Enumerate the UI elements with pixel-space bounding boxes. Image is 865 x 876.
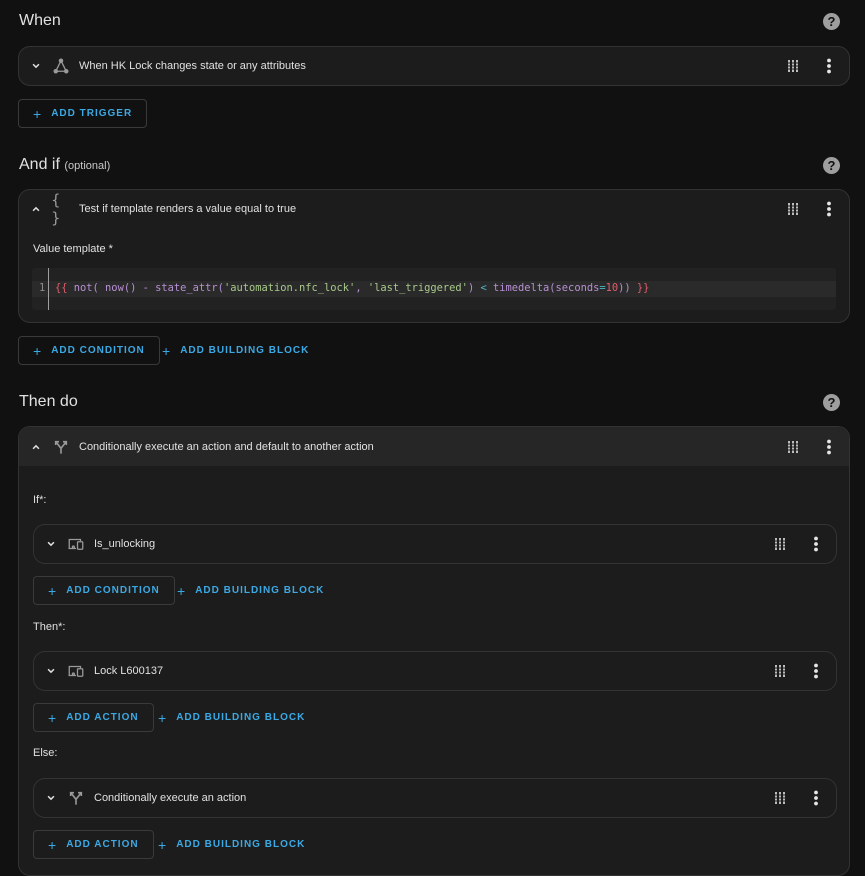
code-token: state_attr( [148, 282, 224, 294]
section-title-and-if: And if (optional) [19, 156, 110, 174]
code-token: seconds [555, 282, 600, 294]
add-building-block-label: ADD BUILDING BLOCK [195, 585, 325, 596]
plus-icon: + [33, 105, 43, 122]
else-item-label: Conditionally execute an action [94, 792, 247, 804]
add-condition-button[interactable]: + ADD CONDITION [18, 336, 160, 365]
then-action-item[interactable]: Lock L600137 [33, 651, 837, 691]
if-condition-item[interactable]: Is_unlocking [33, 524, 837, 564]
code-line[interactable]: {{ not( now() - state_attr('automation.n… [55, 282, 649, 294]
more-vert-icon[interactable] [824, 58, 834, 74]
add-action-label: ADD ACTION [66, 839, 139, 850]
add-building-block-button[interactable]: + ADD BUILDING BLOCK [162, 336, 309, 365]
drag-handle-icon[interactable] [787, 440, 799, 454]
state-trigger-icon [51, 56, 71, 76]
else-add-building-block-button[interactable]: + ADD BUILDING BLOCK [158, 830, 305, 859]
more-vert-icon[interactable] [811, 790, 821, 806]
trigger-label: When HK Lock changes state or any attrib… [79, 60, 306, 72]
and-if-title: And if [19, 156, 60, 173]
then-add-building-block-button[interactable]: + ADD BUILDING BLOCK [158, 703, 305, 732]
plus-icon: + [48, 709, 58, 726]
drag-handle-icon[interactable] [774, 664, 786, 678]
add-building-block-label: ADD BUILDING BLOCK [176, 712, 306, 723]
help-icon-then-do[interactable]: ? [823, 394, 840, 411]
code-token: now() [98, 282, 137, 294]
code-token: < [474, 282, 487, 294]
else-action-item[interactable]: Conditionally execute an action [33, 778, 837, 818]
add-trigger-button[interactable]: + ADD TRIGGER [18, 99, 148, 128]
action-label: Conditionally execute an action and defa… [79, 440, 374, 453]
chevron-down-icon[interactable] [44, 537, 58, 551]
chevron-up-icon[interactable] [29, 440, 43, 454]
plus-icon: + [33, 342, 43, 359]
plus-icon: + [177, 582, 187, 599]
optional-label: (optional) [64, 160, 111, 172]
template-braces-icon: { } [51, 191, 61, 227]
section-title-then-do: Then do [19, 393, 78, 410]
drag-handle-icon[interactable] [787, 59, 799, 73]
code-token: not( [67, 282, 99, 294]
add-action-label: ADD ACTION [66, 712, 139, 723]
code-token: )) [618, 282, 631, 294]
more-vert-icon[interactable] [824, 439, 834, 455]
more-vert-icon[interactable] [811, 536, 821, 552]
drag-handle-icon[interactable] [787, 202, 799, 216]
device-icon [66, 534, 86, 554]
code-token: 10 [605, 282, 619, 294]
code-token: 'last_triggered' [361, 282, 468, 294]
plus-icon: + [158, 709, 168, 726]
plus-icon: + [48, 582, 58, 599]
chevron-down-icon[interactable] [44, 664, 58, 678]
condition-label: Test if template renders a value equal t… [79, 203, 297, 215]
more-vert-icon[interactable] [824, 201, 834, 217]
plus-icon: + [162, 342, 172, 359]
if-item-label: Is_unlocking [94, 538, 156, 550]
device-icon [66, 661, 86, 681]
drag-handle-icon[interactable] [774, 791, 786, 805]
chevron-down-icon[interactable] [29, 59, 43, 73]
chevron-up-icon[interactable] [29, 202, 43, 216]
code-token: }} [630, 282, 650, 294]
help-icon-and-if[interactable]: ? [823, 157, 840, 174]
add-condition-label: ADD CONDITION [66, 585, 160, 596]
plus-icon: + [158, 836, 168, 853]
section-title-when: When [19, 12, 61, 29]
else-add-action-button[interactable]: + ADD ACTION [33, 830, 154, 859]
add-building-block-label: ADD BUILDING BLOCK [176, 839, 306, 850]
choose-branch-icon [66, 788, 86, 808]
code-editor[interactable]: 1 {{ not( now() - state_attr('automation… [32, 268, 836, 310]
if-label: If*: [33, 494, 47, 506]
else-label: Else: [33, 747, 58, 759]
code-token: 'automation.nfc_lock' [223, 282, 356, 294]
action-card: Conditionally execute an action and defa… [18, 426, 850, 876]
value-template-label: Value template * [33, 243, 113, 255]
add-trigger-label: ADD TRIGGER [51, 108, 133, 119]
code-token: - [136, 282, 149, 294]
trigger-card[interactable]: When HK Lock changes state or any attrib… [18, 46, 850, 86]
drag-handle-icon[interactable] [774, 537, 786, 551]
condition-card: { } Test if template renders a value equ… [18, 189, 850, 323]
code-token: {{ [55, 282, 68, 294]
then-item-label: Lock L600137 [94, 665, 164, 677]
more-vert-icon[interactable] [811, 663, 821, 679]
chevron-down-icon[interactable] [44, 791, 58, 805]
code-token: timedelta( [486, 282, 556, 294]
line-number: 1 [39, 282, 46, 294]
if-add-building-block-button[interactable]: + ADD BUILDING BLOCK [177, 576, 324, 605]
plus-icon: + [48, 836, 58, 853]
add-building-block-label: ADD BUILDING BLOCK [180, 345, 310, 356]
then-add-action-button[interactable]: + ADD ACTION [33, 703, 154, 732]
choose-branch-icon [51, 437, 71, 457]
help-icon-when[interactable]: ? [823, 13, 840, 30]
if-add-condition-button[interactable]: + ADD CONDITION [33, 576, 175, 605]
add-condition-label: ADD CONDITION [51, 345, 145, 356]
then-label: Then*: [33, 621, 66, 633]
